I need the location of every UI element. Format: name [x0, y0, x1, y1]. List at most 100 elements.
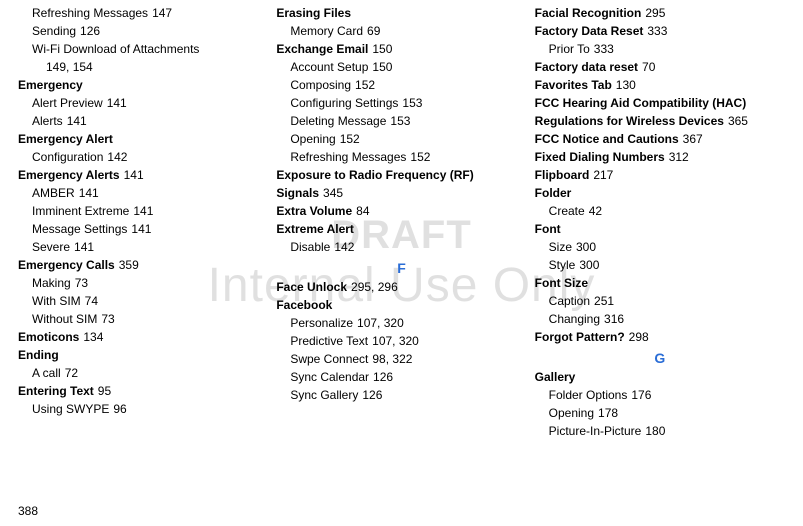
- index-entry-sub: Alerts141: [32, 112, 268, 130]
- index-entry-sub: Create42: [549, 202, 785, 220]
- index-entry-label: Sending: [32, 24, 76, 38]
- index-entry-sub: Without SIM 73: [32, 310, 268, 328]
- index-entry-sub: Alert Preview 141: [32, 94, 268, 112]
- index-entry-label: Fixed Dialing Numbers: [535, 150, 665, 164]
- index-entry-label: Alerts: [32, 114, 63, 128]
- index-entry-sub: Disable142: [290, 238, 526, 256]
- index-entry-pages: 107, 320: [357, 316, 404, 330]
- index-entry-label: Alert Preview: [32, 96, 103, 110]
- index-entry-pages: 73: [101, 312, 114, 326]
- index-entry-pages: 84: [356, 204, 369, 218]
- index-entry-label: Facebook: [276, 298, 332, 312]
- index-entry-pages: 150: [372, 60, 392, 74]
- index-entry-pages: 95: [98, 384, 111, 398]
- index-entry-pages: 42: [589, 204, 602, 218]
- index-entry-main: Emergency Alert: [18, 130, 268, 148]
- index-entry-label: Exposure to Radio Frequency (RF) Signals: [276, 168, 473, 200]
- index-entry-pages: 126: [80, 24, 100, 38]
- index-entry-pages: 295: [645, 6, 665, 20]
- index-entry-label: Emergency Alerts: [18, 168, 120, 182]
- index-entry-label: Emergency Calls: [18, 258, 115, 272]
- index-entry-label: Factory data reset: [535, 60, 638, 74]
- index-entry-main: Forgot Pattern? 298: [535, 328, 785, 346]
- index-entry-pages: 367: [683, 132, 703, 146]
- index-entry-sub: Prior To333: [549, 40, 785, 58]
- index-entry-sub: Opening 152: [290, 130, 526, 148]
- index-entry-label: Configuring Settings: [290, 96, 398, 110]
- index-column: Refreshing Messages147Sending126Wi-Fi Do…: [18, 4, 276, 500]
- index-entry-main: Emoticons134: [18, 328, 268, 346]
- index-entry-label: Opening: [549, 406, 594, 420]
- index-entry-pages: 141: [107, 96, 127, 110]
- index-entry-sub: Picture-In-Picture180: [549, 422, 785, 440]
- index-entry-sub: Message Settings141: [32, 220, 268, 238]
- index-entry-label: Opening: [290, 132, 335, 146]
- index-entry-pages: 180: [645, 424, 665, 438]
- index-entry-pages: 107, 320: [372, 334, 419, 348]
- index-entry-pages: 176: [631, 388, 651, 402]
- index-entry-pages: 359: [119, 258, 139, 272]
- index-entry-main: Erasing Files: [276, 4, 526, 22]
- index-entry-pages: 312: [669, 150, 689, 164]
- index-entry-label: Severe: [32, 240, 70, 254]
- index-entry-pages: 70: [642, 60, 655, 74]
- index-entry-label: Sync Gallery: [290, 388, 358, 402]
- index-entry-pages: 147: [152, 6, 172, 20]
- index-entry-label: Emergency: [18, 78, 83, 92]
- index-entry-main: FCC Hearing Aid Compatibility (HAC) Regu…: [535, 94, 785, 130]
- index-entry-label: Account Setup: [290, 60, 368, 74]
- index-page: Refreshing Messages147Sending126Wi-Fi Do…: [0, 0, 803, 500]
- index-entry-sub: Opening178: [549, 404, 785, 422]
- index-entry-label: Imminent Extreme: [32, 204, 129, 218]
- index-entry-main: Fixed Dialing Numbers 312: [535, 148, 785, 166]
- index-entry-pages: 298: [629, 330, 649, 344]
- index-entry-label: Gallery: [535, 370, 576, 384]
- index-entry-label: Composing: [290, 78, 351, 92]
- index-entry-main: Facebook: [276, 296, 526, 314]
- index-entry-label: Wi-Fi Download of Attachments: [32, 42, 199, 56]
- index-entry-pages: 152: [340, 132, 360, 146]
- index-entry-label: Configuration: [32, 150, 103, 164]
- index-entry-pages: 345: [323, 186, 343, 200]
- index-entry-sub: Using SWYPE96: [32, 400, 268, 418]
- index-entry-pages: 141: [79, 186, 99, 200]
- index-entry-sub: Account Setup 150: [290, 58, 526, 76]
- index-column: Erasing FilesMemory Card69Exchange Email…: [276, 4, 534, 500]
- index-entry-label: Changing: [549, 312, 600, 326]
- index-entry-main: Extreme Alert: [276, 220, 526, 238]
- index-entry-label: FCC Hearing Aid Compatibility (HAC) Regu…: [535, 96, 747, 128]
- index-entry-label: AMBER: [32, 186, 75, 200]
- index-entry-label: Ending: [18, 348, 59, 362]
- section-letter: F: [276, 260, 526, 276]
- index-entry-label: Folder Options: [549, 388, 628, 402]
- index-entry-sub: Refreshing Messages152: [290, 148, 526, 166]
- index-entry-pages: 217: [593, 168, 613, 182]
- index-entry-sub: Sending 126: [32, 22, 268, 40]
- index-entry-pages: 134: [83, 330, 103, 344]
- index-entry-pages: 126: [373, 370, 393, 384]
- index-entry-sub: Memory Card69: [290, 22, 526, 40]
- index-entry-pages: 142: [107, 150, 127, 164]
- index-entry-main: Ending: [18, 346, 268, 364]
- index-entry-label: Forgot Pattern?: [535, 330, 625, 344]
- index-entry-label: Without SIM: [32, 312, 97, 326]
- index-entry-label: Flipboard: [535, 168, 590, 182]
- index-entry-pages: 126: [362, 388, 382, 402]
- index-entry-pages: 142: [334, 240, 354, 254]
- index-entry-label: Factory Data Reset: [535, 24, 644, 38]
- index-entry-main: Factory Data Reset333: [535, 22, 785, 40]
- index-entry-label: Exchange Email: [276, 42, 368, 56]
- index-entry-pages: 365: [728, 114, 748, 128]
- index-entry-pages: 130: [616, 78, 636, 92]
- index-entry-label: Extra Volume: [276, 204, 352, 218]
- index-entry-label: FCC Notice and Cautions: [535, 132, 679, 146]
- index-entry-sub: With SIM74: [32, 292, 268, 310]
- index-entry-label: Deleting Message: [290, 114, 386, 128]
- index-entry-sub: 149, 154: [46, 58, 268, 76]
- index-entry-sub: Severe141: [32, 238, 268, 256]
- index-entry-main: Exchange Email150: [276, 40, 526, 58]
- index-entry-label: Personalize: [290, 316, 353, 330]
- index-entry-pages: 316: [604, 312, 624, 326]
- index-entry-main: Entering Text95: [18, 382, 268, 400]
- index-entry-label: Using SWYPE: [32, 402, 109, 416]
